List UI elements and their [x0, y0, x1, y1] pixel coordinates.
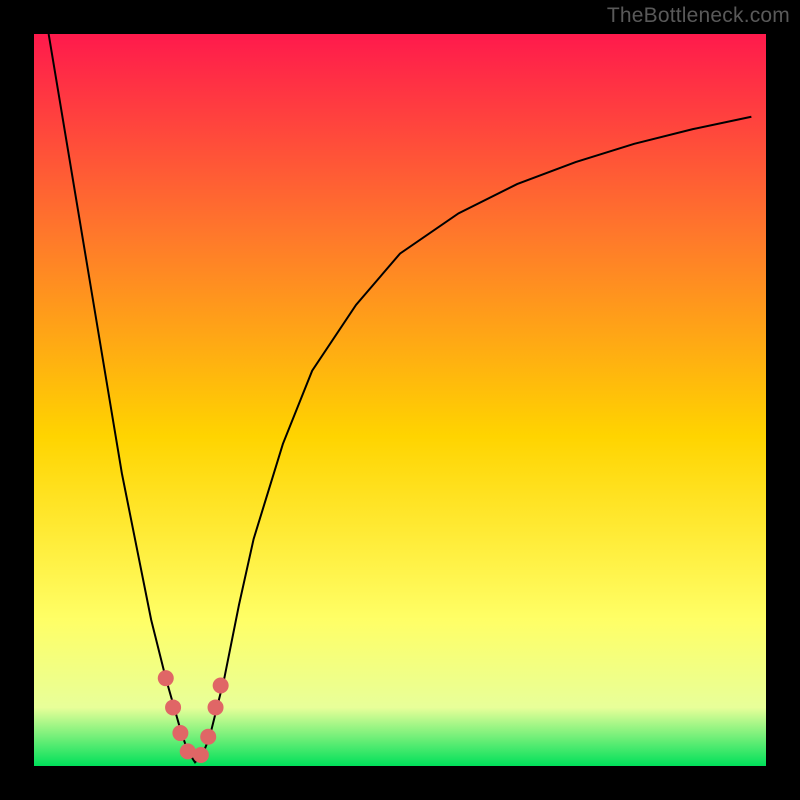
chart-container: { "watermark": "TheBottleneck.com", "cha… — [0, 0, 800, 800]
bottleneck-chart — [34, 34, 766, 766]
highlight-marker — [158, 670, 174, 686]
highlight-marker — [165, 699, 181, 715]
gradient-background — [34, 34, 766, 766]
highlight-marker — [193, 747, 209, 763]
plot-area — [34, 34, 766, 766]
highlight-marker — [208, 699, 224, 715]
highlight-marker — [213, 677, 229, 693]
watermark-text: TheBottleneck.com — [607, 4, 790, 28]
highlight-marker — [172, 725, 188, 741]
highlight-marker — [200, 729, 216, 745]
